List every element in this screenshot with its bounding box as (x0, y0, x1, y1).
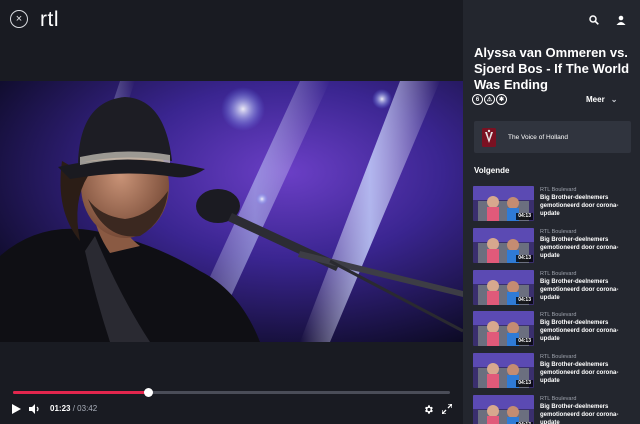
sidebar: Alyssa van Ommeren vs. Sjoerd Bos - If T… (463, 0, 640, 424)
item-title: Big Brother-deelnemers gemotioneerd door… (540, 404, 619, 424)
settings-button[interactable] (421, 402, 435, 416)
content-rating-icon: ✱ (496, 94, 507, 105)
progress-bar[interactable] (13, 388, 450, 397)
volume-button[interactable] (28, 402, 42, 416)
up-next-item[interactable]: 04:13 RTL Boulevard Big Brother-deelneme… (473, 395, 636, 424)
video-thumbnail[interactable]: 04:13 (473, 227, 534, 263)
channel-name: RTL Boulevard (540, 187, 577, 193)
video-image (0, 81, 463, 342)
play-button[interactable] (10, 402, 22, 416)
duration-badge: 04:13 (516, 254, 533, 262)
video-thumbnail[interactable]: 04:13 (473, 395, 534, 424)
up-next-item[interactable]: 04:13 RTL Boulevard Big Brother-deelneme… (473, 269, 636, 312)
up-next-item[interactable]: 04:13 RTL Boulevard Big Brother-deelneme… (473, 227, 636, 270)
up-next-item[interactable]: 04:13 RTL Boulevard Big Brother-deelneme… (473, 186, 636, 228)
up-next-item[interactable]: 04:13 RTL Boulevard Big Brother-deelneme… (473, 353, 636, 395)
video-thumbnail[interactable]: 04:13 (473, 186, 534, 221)
video-thumbnail[interactable]: 04:13 (473, 269, 534, 305)
up-next-item[interactable]: 04:13 RTL Boulevard Big Brother-deelneme… (473, 311, 636, 353)
app-root: × rtl 01:23 / 03:42 Alyssa van Ommeren v… (0, 0, 640, 424)
total-duration: 03:42 (77, 404, 98, 413)
video-thumbnail[interactable]: 04:13 (473, 353, 534, 389)
rtl-logo-text: rtl (40, 8, 59, 31)
channel-name: RTL Boulevard (540, 270, 577, 277)
channel-name: RTL Boulevard (540, 396, 577, 403)
fullscreen-button[interactable] (440, 402, 454, 416)
account-button[interactable] (612, 11, 630, 29)
gear-icon (424, 404, 433, 414)
rtl-logo: rtl (40, 8, 59, 31)
user-icon (616, 15, 626, 25)
warning-rating-icon: ⚠ (484, 94, 495, 105)
item-title: Big Brother-deelnemers gemotioneerd door… (540, 195, 619, 217)
item-meta: RTL Boulevard Big Brother-deelnemers gem… (540, 270, 632, 312)
progress-handle[interactable] (143, 388, 153, 397)
play-icon (11, 404, 21, 414)
thumbnail-image (473, 395, 534, 424)
show-link[interactable]: The Voice of Holland (474, 121, 631, 153)
video-thumbnail[interactable]: 04:13 (473, 311, 534, 347)
channel-name: RTL Boulevard (540, 354, 577, 361)
item-meta: RTL Boulevard Big Brother-deelnemers gem… (540, 395, 632, 424)
more-button[interactable]: Meer ⌄ (586, 95, 617, 104)
close-button[interactable]: × (10, 10, 28, 28)
time-separator: / (72, 404, 75, 413)
up-next-list: 04:13 RTL Boulevard Big Brother-deelneme… (473, 186, 636, 424)
channel-name: RTL Boulevard (540, 228, 577, 235)
item-meta: RTL Boulevard Big Brother-deelnemers gem… (540, 311, 632, 353)
duration-badge: 04:13 (516, 380, 533, 388)
item-meta: RTL Boulevard Big Brother-deelnemers gem… (540, 186, 632, 228)
item-meta: RTL Boulevard Big Brother-deelnemers gem… (540, 353, 632, 395)
more-label: Meer (586, 95, 605, 104)
item-title: Big Brother-deelnemers gemotioneerd door… (540, 236, 619, 259)
age-rating-badges: 6 ⚠ ✱ (472, 94, 507, 105)
video-player: × rtl 01:23 / 03:42 (0, 0, 463, 424)
time-display: 01:23 / 03:42 (50, 404, 97, 413)
channel-name: RTL Boulevard (540, 312, 577, 319)
age-rating-icon: 6 (472, 94, 483, 105)
item-title: Big Brother-deelnemers gemotioneerd door… (540, 362, 619, 385)
chevron-down-icon: ⌄ (610, 95, 618, 104)
the-voice-logo-icon (482, 127, 496, 147)
duration-badge: 04:13 (516, 338, 533, 346)
search-icon (589, 15, 599, 25)
current-time: 01:23 (50, 404, 71, 413)
item-title: Big Brother-deelnemers gemotioneerd door… (540, 278, 619, 301)
duration-badge: 04:13 (516, 296, 533, 304)
progress-bar-fill (13, 391, 149, 394)
video-title: Alyssa van Ommeren vs. Sjoerd Bos - If T… (474, 45, 630, 92)
item-meta: RTL Boulevard Big Brother-deelnemers gem… (540, 228, 632, 270)
item-title: Big Brother-deelnemers gemotioneerd door… (540, 320, 619, 343)
fullscreen-icon (442, 404, 452, 414)
up-next-heading: Volgende (474, 166, 510, 175)
video-frame[interactable] (0, 81, 463, 342)
show-name: The Voice of Holland (508, 133, 568, 141)
volume-icon (29, 404, 39, 414)
close-icon: × (15, 12, 23, 25)
duration-badge: 04:13 (516, 213, 533, 220)
search-button[interactable] (585, 11, 603, 29)
